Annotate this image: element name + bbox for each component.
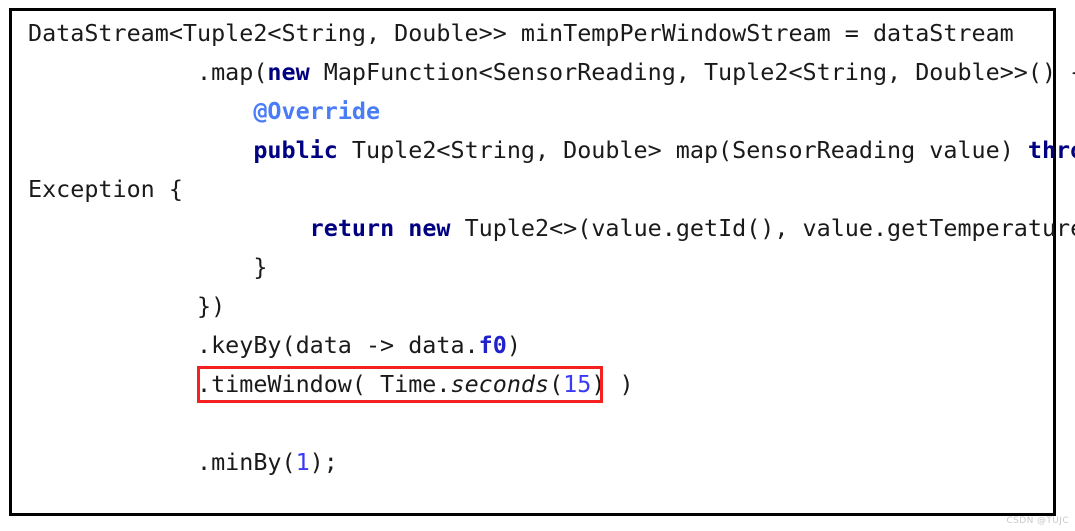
code-screenshot: DataStream<Tuple2<String, Double>> minTe…: [0, 0, 1075, 531]
code-token-italic: seconds: [450, 370, 550, 398]
code-token-plain: Tuple2<>(value.getId(), value.getTempera…: [450, 214, 1075, 242]
code-token-keyword: public: [253, 136, 338, 164]
code-token-plain: Tuple2<String, Double> map(SensorReading…: [337, 136, 1028, 164]
code-token-keyword: throws: [1027, 136, 1075, 164]
code-token-plain: DataStream<Tuple2<String, Double>> minTe…: [28, 19, 1014, 47]
code-token-keyword: new: [408, 214, 451, 242]
code-token-plain: );: [309, 448, 338, 476]
code-line: Exception {: [28, 174, 183, 204]
code-line: }: [28, 252, 267, 282]
code-token-plain: ): [506, 331, 521, 359]
code-token-anno: @Override: [253, 97, 381, 125]
code-token-plain: ) ): [591, 370, 634, 398]
code-token-plain: .map(: [28, 58, 268, 86]
code-line: .keyBy(data -> data.f0): [28, 330, 521, 360]
code-token-keyword: new: [267, 58, 310, 86]
code-token-plain: .keyBy(data -> data.: [28, 331, 479, 359]
code-line: public Tuple2<String, Double> map(Sensor…: [28, 135, 1075, 165]
code-token-plain: Exception {: [28, 175, 183, 203]
code-token-plain: (: [549, 370, 564, 398]
code-line: return new Tuple2<>(value.getId(), value…: [28, 213, 1075, 243]
code-line: .timeWindow( Time.seconds(15) ): [28, 369, 634, 399]
code-token-plain: }: [28, 253, 268, 281]
code-token-plain: MapFunction<SensorReading, Tuple2<String…: [309, 58, 1075, 86]
code-token-plain: .minBy(: [28, 448, 296, 476]
code-token-plain: .timeWindow( Time.: [28, 370, 451, 398]
code-line: .map(new MapFunction<SensorReading, Tupl…: [28, 57, 1075, 87]
code-line: DataStream<Tuple2<String, Double>> minTe…: [28, 18, 1014, 48]
code-block[interactable]: DataStream<Tuple2<String, Double>> minTe…: [12, 11, 1075, 513]
code-token-number: 15: [563, 370, 592, 398]
code-line: .minBy(1);: [28, 447, 338, 477]
code-line: }): [28, 291, 225, 321]
code-token-field: f0: [478, 331, 507, 359]
code-token-keyword: return: [309, 214, 395, 242]
code-line: @Override: [28, 96, 380, 126]
code-token-number: 1: [295, 448, 310, 476]
code-frame: DataStream<Tuple2<String, Double>> minTe…: [9, 8, 1075, 516]
code-token-plain: }): [28, 292, 226, 320]
csdn-watermark: CSDN @TUJC: [1006, 516, 1069, 526]
